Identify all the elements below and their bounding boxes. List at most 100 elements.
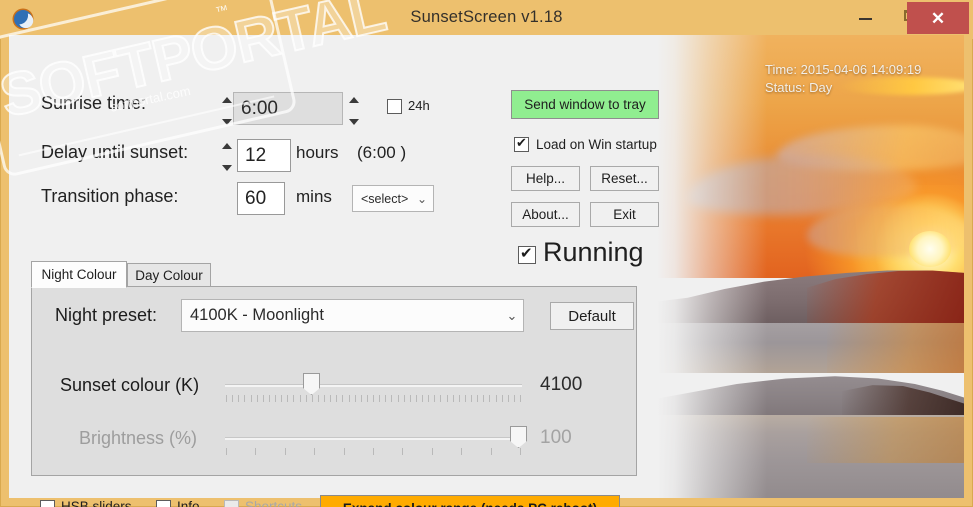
photo-left-fade [657,35,767,498]
about-button[interactable]: About... [511,202,580,227]
slider-tick [489,395,491,402]
slider-tick [490,448,492,455]
slider-tick [409,395,411,402]
computed-sunset-time: (6:00 ) [357,143,407,162]
slider-tick [275,395,276,402]
exit-button[interactable]: Exit [590,202,659,227]
slider-tick [324,395,325,402]
slider-tick [256,395,258,402]
reset-button[interactable]: Reset... [590,166,659,191]
chevron-down-icon: ⌄ [416,191,428,206]
minimize-button[interactable] [842,0,888,30]
shortcuts-label: Shortcuts [245,499,303,507]
send-to-tray-button[interactable]: Send window to tray [511,90,659,119]
slider-tick [452,395,454,402]
transition-preset-select[interactable]: <select> ⌄ [352,185,434,212]
slider-tick [262,395,264,402]
brightness-slider-track[interactable] [225,437,522,440]
24h-checkbox[interactable] [387,99,402,114]
running-checkbox[interactable] [518,245,536,264]
slider-tick [348,395,350,402]
status-overlay: Time: 2015-04-06 14:09:19 Status: Day [765,61,921,97]
info-checkbox[interactable] [156,500,171,507]
application-window: SunsetScreen v1.18 ✕ Time: 2015-04-06 14… [0,0,973,507]
expand-colour-range-button[interactable]: Expand colour range (needs PC reboot) [320,495,620,507]
night-preset-select[interactable]: 4100K - Moonlight ⌄ [181,299,524,332]
slider-tick [314,448,316,455]
sunset-colour-slider-ticks [226,395,521,402]
slider-tick [513,395,515,402]
slider-tick [360,395,362,402]
slider-tick [226,448,227,455]
brightness-slider-label: Brightness (%) [79,428,198,448]
slider-tick [281,395,283,402]
slider-tick [501,395,503,402]
sunrise-time-input[interactable]: 6:00 [233,92,343,125]
overlay-time: Time: 2015-04-06 14:09:19 [765,62,922,77]
slider-tick [519,448,521,455]
chevron-down-icon [221,165,232,171]
slider-tick [250,395,252,402]
slider-tick [397,395,399,402]
24h-label: 24h [408,98,430,113]
slider-tick [330,395,332,402]
hsb-sliders-checkbox[interactable] [40,500,55,507]
slider-tick [293,395,295,402]
slider-tick [446,395,448,402]
sunset-photo-panel: Time: 2015-04-06 14:09:19 Status: Day [657,35,964,498]
slider-tick [311,395,313,402]
title-bar: SunsetScreen v1.18 ✕ [0,0,973,39]
sunset-colour-slider-label: Sunset colour (K) [60,375,200,395]
help-button[interactable]: Help... [511,166,580,191]
sunrise-minute-stepper[interactable] [347,97,360,125]
slider-tick [287,395,289,402]
shortcuts-checkbox [224,500,239,507]
slider-tick [342,395,344,402]
chevron-up-icon [221,143,232,149]
close-icon: ✕ [930,8,946,28]
slider-tick [343,448,345,455]
slider-tick [507,395,509,402]
delay-stepper[interactable] [220,143,233,171]
sun-disc [909,231,951,267]
slider-tick [299,395,301,402]
close-button[interactable]: ✕ [907,2,969,34]
info-label: Info [177,499,200,507]
slider-tick [402,448,404,455]
slider-tick [354,395,356,402]
tab-day-colour[interactable]: Day Colour [127,263,211,288]
slider-tick [461,448,463,455]
slider-tick [317,395,319,402]
slider-tick [428,395,430,402]
sunrise-time-label: Sunrise time: [41,93,147,113]
slider-tick [373,395,374,402]
upper-sea-highlight [827,323,964,373]
sunrise-hour-stepper[interactable] [220,97,233,125]
slider-tick [379,395,381,402]
slider-tick [415,395,417,402]
chevron-up-icon [221,97,232,103]
brightness-value: 100 [540,427,572,448]
default-button[interactable]: Default [550,302,634,330]
sunset-colour-value: 4100 [540,374,583,395]
load-on-startup-checkbox[interactable] [514,135,529,152]
slider-tick [268,395,270,402]
slider-tick [477,395,479,402]
hours-unit-label: hours [296,143,339,162]
sunset-colour-slider-track[interactable] [225,384,522,387]
transition-phase-input[interactable]: 60 [237,182,285,215]
slider-tick [422,395,423,402]
slider-tick [284,448,286,455]
lower-sea-highlight [807,417,964,463]
tab-night-colour[interactable]: Night Colour [31,261,127,288]
delay-input[interactable]: 12 [237,139,291,172]
slider-tick [226,395,227,402]
slider-tick [232,395,234,402]
slider-tick [336,395,338,402]
night-preset-value: 4100K - Moonlight [190,306,324,324]
overlay-status: Status: Day [765,80,833,95]
slider-tick [471,395,472,402]
transition-phase-label: Transition phase: [41,186,179,206]
slider-tick [464,395,466,402]
slider-tick [255,448,257,455]
